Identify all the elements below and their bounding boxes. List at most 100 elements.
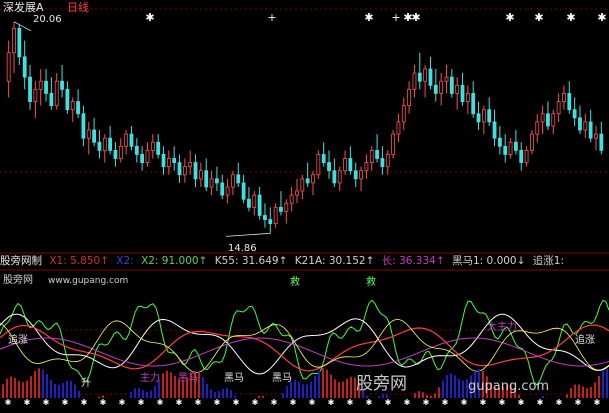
stock-chart-window[interactable]: ✱+✱+✱✱✱✱✱✱ ✱✱✱✱✱✱✱✱✱✱✱✱✱✱✱✱✱✱✱✱✱✱✱✱✱✱✱✱✱…	[0, 0, 609, 409]
histogram-bar	[314, 376, 316, 398]
high-marker	[14, 22, 31, 31]
indicator-chang: 长: 36.334↑	[382, 255, 445, 267]
star-signal: ✱	[364, 11, 373, 24]
histogram-bar	[418, 391, 420, 398]
bottom-signal-star: ✱	[233, 398, 240, 407]
bottom-signal-star: ✱	[138, 398, 145, 407]
candle-body	[328, 163, 331, 171]
candle-body	[39, 81, 42, 89]
candle-body	[600, 134, 603, 150]
histogram-bar	[578, 384, 580, 398]
candle-body	[221, 183, 224, 195]
histogram-bar	[450, 373, 452, 398]
candle-body	[317, 154, 320, 174]
histogram-bar	[342, 382, 344, 398]
histogram-bar	[198, 372, 200, 398]
candle-body	[183, 167, 186, 175]
bottom-signal-star: ✱	[309, 398, 316, 407]
bottom-signal-star: ✱	[62, 398, 69, 407]
indicator-x2: X2: 91.000↑	[141, 255, 207, 267]
candle-body	[477, 114, 480, 122]
candle-body	[263, 215, 266, 219]
candle-body	[461, 85, 464, 101]
indicator-zhuizhang1: 追涨1:	[533, 255, 564, 267]
candle-body	[231, 175, 234, 187]
candle-body	[205, 171, 208, 187]
histogram-bar	[434, 393, 436, 398]
histogram-bar	[46, 374, 48, 398]
candle-body	[189, 163, 192, 167]
candle-body	[29, 77, 32, 101]
candle-body	[557, 102, 560, 114]
candle-body	[50, 93, 53, 105]
candle-body	[573, 110, 576, 118]
histogram-bar	[142, 390, 144, 398]
bottom-signal-star: ✱	[81, 398, 88, 407]
histogram-bar	[174, 376, 176, 398]
histogram-bar	[338, 382, 340, 398]
candle-body	[488, 110, 491, 122]
high-price-label: 20.06	[33, 15, 62, 25]
bottom-signal-star: ✱	[537, 398, 544, 407]
indicator-x1: X1: 5.850↑	[49, 255, 109, 267]
dazhuli-label: 大主力	[487, 323, 517, 333]
plus-signal: +	[267, 11, 276, 24]
candle-body	[130, 134, 133, 146]
candle-body	[365, 163, 368, 171]
candle-body	[541, 114, 544, 122]
candle-body	[360, 171, 363, 179]
watermark-url: gupang.com	[468, 380, 549, 393]
histogram-bar	[222, 389, 224, 398]
candle-body	[135, 146, 138, 154]
histogram-bar	[146, 392, 148, 398]
watermark-text: 股旁网	[356, 376, 407, 393]
candle-body	[498, 138, 501, 146]
candle-body	[504, 146, 507, 154]
histogram-bar	[22, 382, 24, 398]
indicator-name[interactable]: 股旁网制	[0, 255, 42, 267]
site-prefix-label: 股旁网	[3, 276, 33, 286]
histogram-bar	[606, 369, 608, 398]
histogram-bar	[330, 374, 332, 398]
stock-name: 深发展A	[3, 2, 44, 13]
candle-body	[349, 159, 352, 171]
bottom-signal-star: ✱	[442, 398, 449, 407]
white-kline	[0, 314, 609, 374]
candle-body	[450, 77, 453, 93]
candle-body	[354, 171, 357, 179]
jiu-label-2: 救	[366, 278, 376, 288]
histogram-bar	[586, 388, 588, 398]
chart-canvas[interactable]: ✱+✱+✱✱✱✱✱✱ ✱✱✱✱✱✱✱✱✱✱✱✱✱✱✱✱✱✱✱✱✱✱✱✱✱✱✱✱✱…	[0, 0, 609, 409]
histogram-bar	[590, 387, 592, 398]
candle-body	[7, 53, 10, 81]
histogram-bar	[14, 378, 16, 398]
histogram-bar	[570, 388, 572, 398]
plus-signal: +	[391, 11, 400, 24]
histogram-bar	[26, 381, 28, 398]
histogram-bar	[138, 388, 140, 398]
bottom-signal-star: ✱	[328, 398, 335, 407]
histogram-bar	[310, 381, 312, 398]
candle-body	[514, 142, 517, 150]
candle-body	[456, 85, 459, 93]
candle-body	[34, 89, 37, 101]
candle-body	[98, 142, 101, 150]
candle-body	[402, 106, 405, 122]
histogram-bar	[218, 391, 220, 398]
histogram-bar	[154, 386, 156, 398]
candle-body	[66, 89, 69, 109]
candle-body	[418, 73, 421, 81]
candle-body	[141, 154, 144, 162]
candle-body	[344, 159, 347, 171]
histogram-bar	[430, 396, 432, 398]
candle-body	[23, 57, 26, 77]
bottom-signal-star: ✱	[176, 398, 183, 407]
candle-body	[125, 134, 128, 146]
histogram-bar	[210, 389, 212, 398]
candle-body	[55, 81, 58, 105]
period-label[interactable]: 日线	[67, 2, 89, 13]
candle-body	[322, 154, 325, 162]
histogram-bar	[70, 381, 72, 398]
purple-line	[0, 338, 609, 366]
star-signal: ✱	[505, 11, 514, 24]
